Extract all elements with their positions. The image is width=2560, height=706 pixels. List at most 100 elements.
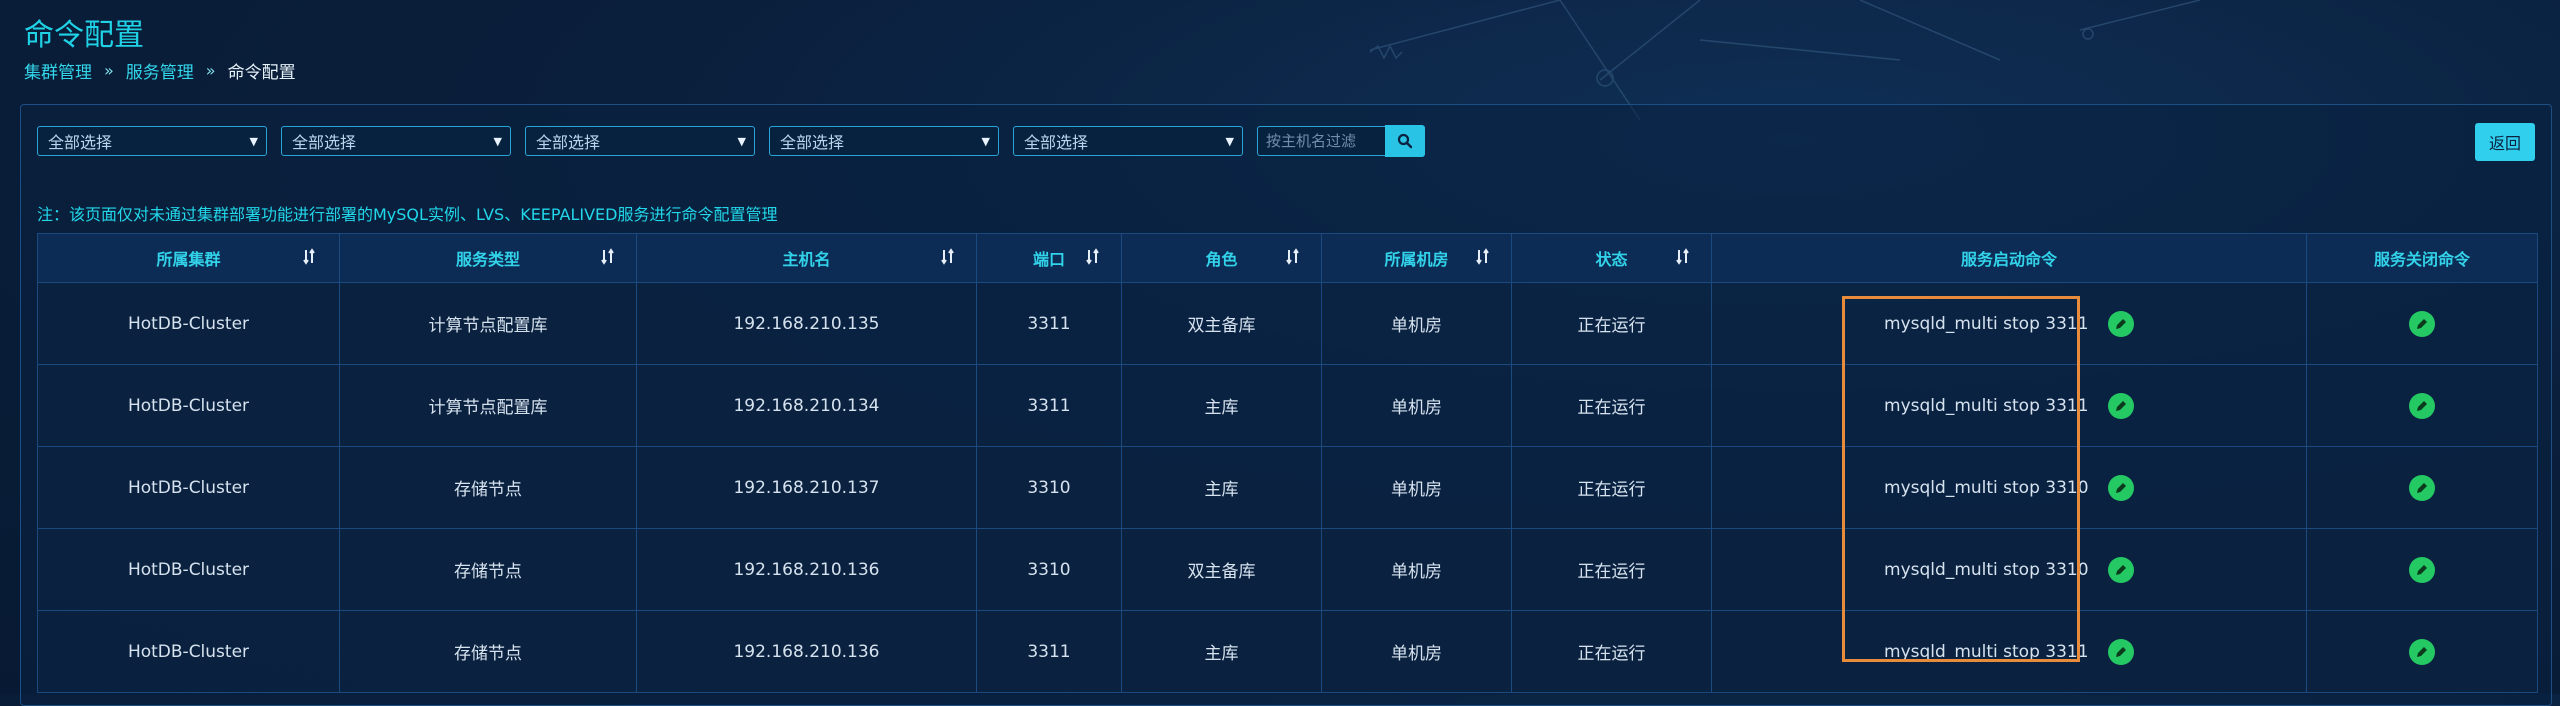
cell-port: 3310 [976, 446, 1122, 529]
caret-down-icon: ▼ [737, 134, 746, 148]
select-value: 全部选择 [292, 133, 357, 152]
sort-icon[interactable] [303, 248, 321, 266]
cell-room: 单机房 [1321, 282, 1512, 365]
breadcrumb-cluster-management[interactable]: 集群管理 [24, 58, 92, 83]
cell-stop-command [2306, 610, 2538, 693]
column-header-status[interactable]: 状态 [1511, 233, 1712, 283]
breadcrumb-current: 命令配置 [227, 63, 296, 83]
select-value: 全部选择 [1024, 133, 1089, 152]
cell-service-type: 计算节点配置库 [339, 364, 637, 447]
room-filter-select[interactable]: 全部选择 ▼ [769, 126, 999, 156]
header-label: 端口 [1032, 250, 1065, 269]
column-header-service-type[interactable]: 服务类型 [339, 233, 637, 283]
header-label: 角色 [1205, 250, 1238, 269]
column-header-role[interactable]: 角色 [1121, 233, 1322, 283]
cell-cluster: HotDB-Cluster [37, 282, 340, 365]
cell-service-type: 存储节点 [339, 610, 637, 693]
edit-pencil-icon[interactable] [2409, 556, 2435, 583]
table-row: HotDB-Cluster 存储节点 192.168.210.136 3311 … [37, 610, 2538, 693]
cell-cluster: HotDB-Cluster [37, 364, 340, 447]
table-row: HotDB-Cluster 存储节点 192.168.210.136 3310 … [37, 528, 2538, 611]
table-row: HotDB-Cluster 存储节点 192.168.210.137 3310 … [37, 446, 2538, 529]
edit-pencil-icon[interactable] [2409, 310, 2435, 337]
cell-cluster: HotDB-Cluster [37, 610, 340, 693]
sort-icon[interactable] [600, 248, 618, 266]
edit-pencil-icon[interactable] [2107, 474, 2134, 501]
header-label: 所属集群 [156, 250, 221, 269]
header-label: 服务启动命令 [1960, 250, 2057, 269]
header-label: 状态 [1595, 250, 1628, 269]
search-button[interactable] [1385, 125, 1425, 157]
start-command-text: mysqld_multi stop 3311 [1884, 313, 2089, 334]
service-type-filter-select[interactable]: 全部选择 ▼ [281, 126, 511, 156]
breadcrumb-service-management[interactable]: 服务管理 [126, 58, 194, 83]
sort-icon[interactable] [1675, 248, 1693, 266]
edit-pencil-icon[interactable] [2107, 638, 2134, 665]
cell-hostname: 192.168.210.137 [636, 446, 977, 529]
cell-hostname: 192.168.210.134 [636, 364, 977, 447]
edit-pencil-icon[interactable] [2107, 556, 2134, 583]
cluster-filter-select[interactable]: 全部选择 ▼ [37, 126, 267, 156]
sort-icon[interactable] [1285, 248, 1303, 266]
cell-status: 正在运行 [1511, 610, 1712, 693]
cell-cluster: HotDB-Cluster [37, 528, 340, 611]
cell-start-command: mysqld_multi stop 3311 [1711, 364, 2307, 447]
table-row: HotDB-Cluster 计算节点配置库 192.168.210.134 33… [37, 364, 2538, 447]
status-filter-select[interactable]: 全部选择 ▼ [1013, 126, 1243, 156]
start-command-text: mysqld_multi stop 3310 [1884, 477, 2089, 498]
cell-hostname: 192.168.210.135 [636, 282, 977, 365]
cell-start-command: mysqld_multi stop 3310 [1711, 528, 2307, 611]
edit-pencil-icon[interactable] [2409, 638, 2435, 665]
edit-pencil-icon[interactable] [2409, 474, 2435, 501]
main-panel: 全部选择 ▼ 全部选择 ▼ 全部选择 ▼ 全部选择 ▼ 全部选择 ▼ 按主机名过… [20, 104, 2552, 706]
cell-room: 单机房 [1321, 610, 1512, 693]
cell-hostname: 192.168.210.136 [636, 528, 977, 611]
column-header-room[interactable]: 所属机房 [1321, 233, 1512, 283]
cell-start-command: mysqld_multi stop 3311 [1711, 282, 2307, 365]
header-label: 主机名 [782, 250, 831, 269]
host-search [1257, 125, 1425, 157]
role-filter-select[interactable]: 全部选择 ▼ [525, 126, 755, 156]
page-title: 命令配置 [24, 18, 144, 53]
edit-pencil-icon[interactable] [2107, 310, 2134, 337]
cell-port: 3310 [976, 528, 1122, 611]
select-value: 全部选择 [536, 133, 601, 152]
cell-start-command: mysqld_multi stop 3310 [1711, 446, 2307, 529]
table-row: HotDB-Cluster 计算节点配置库 192.168.210.135 33… [37, 282, 2538, 365]
command-config-table: 所属集群 服务类型 主机名 端口 角色 所属机房 状态 服务启动命令 服务关闭命… [37, 233, 2538, 693]
cell-stop-command [2306, 282, 2538, 365]
sort-icon[interactable] [1085, 248, 1103, 266]
select-value: 全部选择 [780, 133, 845, 152]
cell-service-type: 计算节点配置库 [339, 282, 637, 365]
cell-cluster: HotDB-Cluster [37, 446, 340, 529]
header-label: 服务关闭命令 [2373, 250, 2470, 269]
column-header-cluster[interactable]: 所属集群 [37, 233, 340, 283]
back-button[interactable]: 返回 [2475, 123, 2535, 161]
sort-icon[interactable] [940, 248, 958, 266]
host-filter-input[interactable] [1257, 126, 1385, 156]
cell-room: 单机房 [1321, 446, 1512, 529]
start-command-text: mysqld_multi stop 3311 [1884, 395, 2089, 416]
caret-down-icon: ▼ [1225, 134, 1234, 148]
cell-stop-command [2306, 364, 2538, 447]
column-header-port[interactable]: 端口 [976, 233, 1122, 283]
column-header-hostname[interactable]: 主机名 [636, 233, 977, 283]
start-command-text: mysqld_multi stop 3310 [1884, 559, 2089, 580]
select-value: 全部选择 [48, 133, 113, 152]
cell-hostname: 192.168.210.136 [636, 610, 977, 693]
sort-icon[interactable] [1475, 248, 1493, 266]
edit-pencil-icon[interactable] [2107, 392, 2134, 419]
cell-role: 双主备库 [1121, 528, 1322, 611]
cell-status: 正在运行 [1511, 282, 1712, 365]
cell-stop-command [2306, 446, 2538, 529]
cell-role: 主库 [1121, 446, 1322, 529]
cell-room: 单机房 [1321, 528, 1512, 611]
edit-pencil-icon[interactable] [2409, 392, 2435, 419]
column-header-start-command: 服务启动命令 [1711, 233, 2307, 283]
cell-start-command: mysqld_multi stop 3311 [1711, 610, 2307, 693]
header-label: 所属机房 [1384, 250, 1449, 269]
cell-port: 3311 [976, 364, 1122, 447]
cell-service-type: 存储节点 [339, 446, 637, 529]
cell-role: 主库 [1121, 364, 1322, 447]
cell-port: 3311 [976, 610, 1122, 693]
